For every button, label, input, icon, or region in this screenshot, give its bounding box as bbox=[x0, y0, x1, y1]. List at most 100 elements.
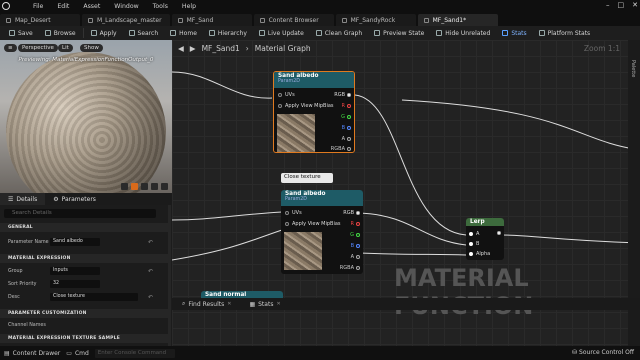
tab-content-browser[interactable]: Content Browser bbox=[253, 14, 334, 26]
alpha-input-pin[interactable]: Alpha bbox=[469, 251, 490, 257]
details-scrollbar[interactable] bbox=[168, 205, 171, 346]
home-button[interactable]: Home bbox=[165, 27, 202, 39]
teapot-icon[interactable] bbox=[161, 183, 168, 190]
uvs-input-pin[interactable]: UVs bbox=[285, 210, 302, 216]
details-search-input[interactable]: Search Details bbox=[4, 209, 156, 218]
rgba-output-pin[interactable]: RGBA bbox=[331, 146, 351, 152]
section-parameter-customization[interactable]: PARAMETER CUSTOMIZATION bbox=[0, 309, 168, 318]
reset-icon[interactable]: ↶ bbox=[148, 268, 153, 275]
section-material-expression[interactable]: MATERIAL EXPRESSION bbox=[0, 254, 168, 263]
lit-button[interactable]: Lit bbox=[58, 44, 73, 52]
search-button[interactable]: Search bbox=[124, 27, 164, 39]
check-icon bbox=[90, 30, 97, 36]
mipbias-input-pin[interactable]: Apply View MipBias bbox=[285, 221, 341, 227]
close-icon[interactable]: ✕ bbox=[276, 301, 280, 307]
g-output-pin[interactable]: G bbox=[341, 114, 351, 120]
back-icon[interactable]: ◀ bbox=[178, 44, 184, 53]
section-texture-sample[interactable]: MATERIAL EXPRESSION TEXTURE SAMPLE bbox=[0, 334, 168, 343]
tab-details[interactable]: ☰ Details bbox=[0, 193, 46, 205]
menu-help[interactable]: Help bbox=[175, 3, 203, 10]
lerp-node[interactable]: Lerp A B Alpha bbox=[466, 218, 504, 260]
minimize-icon[interactable]: – bbox=[606, 1, 610, 9]
live-update-button[interactable]: Live Update bbox=[254, 27, 309, 39]
a-output-pin[interactable]: A bbox=[342, 136, 351, 142]
close-icon[interactable]: ✕ bbox=[632, 1, 638, 9]
menu-asset[interactable]: Asset bbox=[76, 3, 107, 10]
tab-parameters[interactable]: ⚙ Parameters bbox=[45, 196, 104, 203]
rgb-output-pin[interactable]: RGB bbox=[343, 210, 360, 216]
a-output-pin[interactable]: A bbox=[351, 254, 360, 260]
show-button[interactable]: Show bbox=[80, 44, 103, 52]
perspective-button[interactable]: Perspective bbox=[18, 44, 58, 52]
browse-button[interactable]: Browse bbox=[40, 27, 81, 39]
preview-state-button[interactable]: Preview State bbox=[369, 27, 429, 39]
tab-mf-sand1[interactable]: MF_Sand1* bbox=[417, 14, 498, 26]
hide-unrelated-button[interactable]: Hide Unrelated bbox=[431, 27, 495, 39]
b-input-pin[interactable]: B bbox=[469, 241, 479, 247]
map-icon bbox=[6, 17, 11, 23]
details-icon: ☰ bbox=[8, 195, 14, 203]
function-icon bbox=[341, 17, 347, 23]
sphere-icon[interactable] bbox=[131, 183, 138, 190]
menu-file[interactable]: File bbox=[26, 3, 50, 10]
cylinder-icon[interactable] bbox=[121, 183, 128, 190]
menu-tools[interactable]: Tools bbox=[146, 3, 175, 10]
reset-icon[interactable]: ↶ bbox=[148, 239, 153, 246]
preview-viewport[interactable]: ≡ Perspective Lit Show Previewing: Mater… bbox=[0, 40, 172, 193]
b-output-pin[interactable]: B bbox=[351, 243, 360, 249]
rgb-output-pin[interactable]: RGB bbox=[334, 92, 351, 98]
tab-map-desert[interactable]: Map_Desert bbox=[0, 14, 80, 26]
material-graph[interactable]: ◀ ▶ MF_Sand1 › Material Graph Zoom 1:1 M… bbox=[172, 40, 640, 346]
forward-icon[interactable]: ▶ bbox=[190, 44, 196, 53]
stats-button[interactable]: Stats bbox=[497, 27, 531, 39]
node-comment-bubble[interactable]: Close texture bbox=[281, 173, 333, 183]
sort-priority-field[interactable]: 32 bbox=[50, 280, 100, 288]
menu-window[interactable]: Window bbox=[107, 3, 145, 10]
texture-node-sand-albedo-2[interactable]: Sand albedo Param2D UVs Apply View MipBi… bbox=[281, 190, 363, 274]
bottom-panel-tabs: ⌕ Find Results ✕ ▦ Stats ✕ bbox=[172, 298, 640, 310]
close-icon[interactable]: ✕ bbox=[227, 301, 231, 307]
tab-stats[interactable]: ▦ Stats ✕ bbox=[243, 301, 286, 308]
source-control-status[interactable]: ⛁ Source Control Off bbox=[572, 349, 634, 356]
clean-icon bbox=[315, 30, 322, 36]
tab-find-results[interactable]: ⌕ Find Results ✕ bbox=[176, 300, 237, 308]
rgba-output-pin[interactable]: RGBA bbox=[340, 265, 360, 271]
console-input[interactable]: Enter Console Command bbox=[94, 348, 175, 358]
cube-icon[interactable] bbox=[151, 183, 158, 190]
platform-stats-button[interactable]: Platform Stats bbox=[534, 27, 596, 39]
uvs-input-pin[interactable]: UVs bbox=[278, 92, 295, 98]
breadcrumb-leaf[interactable]: Material Graph bbox=[255, 44, 311, 53]
graph-header: ◀ ▶ MF_Sand1 › Material Graph bbox=[172, 40, 640, 56]
plane-icon[interactable] bbox=[141, 183, 148, 190]
menu-edit[interactable]: Edit bbox=[50, 3, 76, 10]
mipbias-input-pin[interactable]: Apply View MipBias bbox=[278, 103, 334, 109]
cmd-button[interactable]: ▭ Cmd bbox=[66, 350, 89, 357]
breadcrumb-root[interactable]: MF_Sand1 bbox=[202, 44, 240, 53]
viewport-menu-button[interactable]: ≡ bbox=[4, 44, 17, 52]
tab-m-landscape-master[interactable]: M_Landscape_master bbox=[82, 14, 170, 26]
hierarchy-button[interactable]: Hierarchy bbox=[204, 27, 252, 39]
drawer-icon: ▤ bbox=[4, 349, 10, 357]
r-output-pin[interactable]: R bbox=[342, 103, 351, 109]
texture-node-sand-albedo-1[interactable]: Sand albedo Param2D UVs Apply View MipBi… bbox=[273, 71, 355, 153]
maximize-icon[interactable]: □ bbox=[618, 1, 625, 9]
unreal-logo-icon[interactable] bbox=[0, 0, 12, 12]
save-button[interactable]: Save bbox=[4, 27, 38, 39]
tab-mf-sandyrock[interactable]: MF_SandyRock bbox=[335, 14, 416, 26]
parameter-name-field[interactable]: Sand albedo bbox=[50, 238, 100, 246]
tab-mf-sand[interactable]: MF_Sand bbox=[171, 14, 252, 26]
section-general[interactable]: GENERAL bbox=[0, 223, 168, 232]
reset-icon[interactable]: ↶ bbox=[148, 294, 153, 301]
desc-field[interactable]: Close texture bbox=[50, 293, 138, 301]
content-drawer-button[interactable]: ▤ Content Drawer bbox=[4, 350, 60, 357]
clean-graph-button[interactable]: Clean Graph bbox=[311, 27, 367, 39]
b-output-pin[interactable]: B bbox=[342, 125, 351, 131]
channel-names-row[interactable]: Channel Names bbox=[0, 320, 168, 331]
a-input-pin[interactable]: A bbox=[469, 231, 479, 237]
function-icon bbox=[423, 17, 429, 23]
lerp-output-pin[interactable] bbox=[497, 231, 501, 235]
g-output-pin[interactable]: G bbox=[350, 232, 360, 238]
apply-button[interactable]: Apply bbox=[86, 27, 122, 39]
group-dropdown[interactable]: Inputs bbox=[50, 267, 100, 275]
r-output-pin[interactable]: R bbox=[351, 221, 360, 227]
